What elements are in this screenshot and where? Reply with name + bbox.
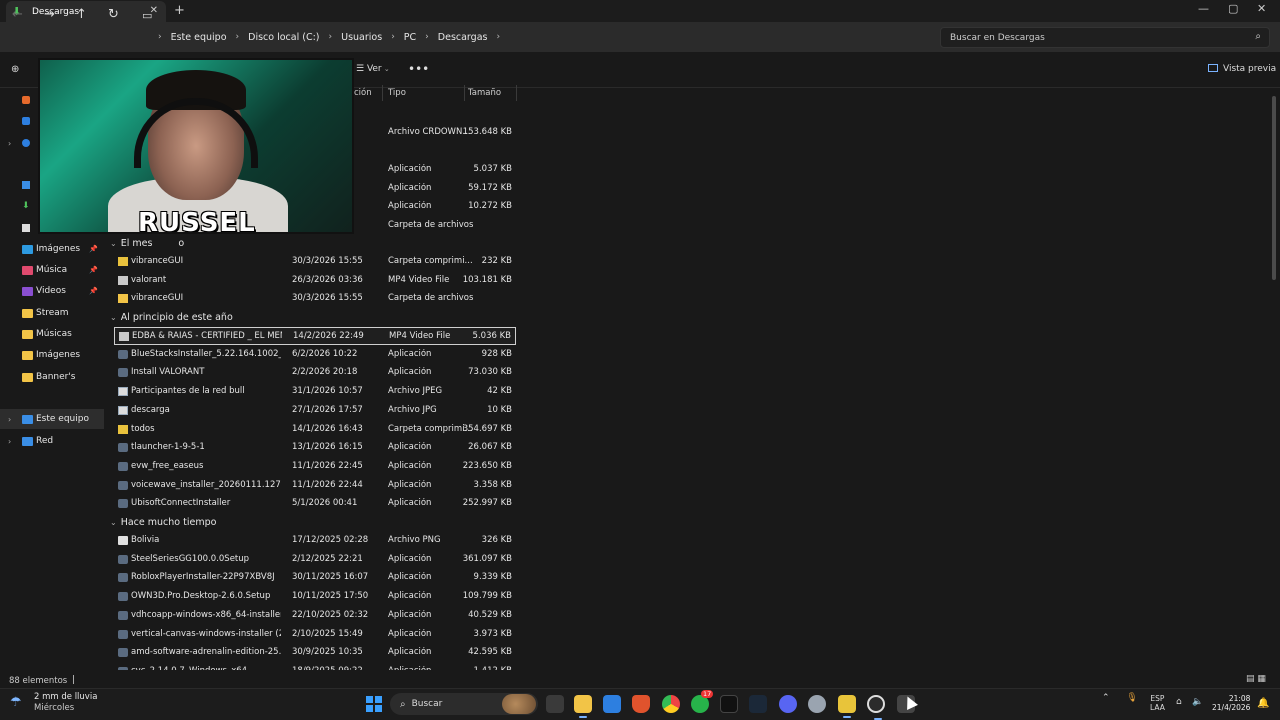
tray-chevron-up-icon[interactable]: ⌃ — [1102, 693, 1110, 703]
layout-toggle[interactable]: ▤ ▦ — [1246, 674, 1266, 684]
status-divider — [73, 675, 75, 684]
webcam-frame — [38, 58, 354, 234]
file-size: 109.799 KB — [462, 591, 512, 602]
taskbar-search[interactable]: ⌕ Buscar — [390, 693, 538, 715]
microsoft-store-icon[interactable] — [603, 695, 621, 713]
file-size: 40.529 KB — [468, 609, 512, 620]
steam-icon[interactable] — [749, 695, 767, 713]
file-date: 17/12/2025 02:28 — [292, 535, 369, 545]
app-file-icon — [118, 666, 128, 670]
file-row[interactable]: OWN3D.Pro.Desktop-2.6.0.Setup 10/11/2025 … — [114, 588, 516, 606]
task-view-icon[interactable] — [546, 695, 564, 713]
file-date: 2/10/2025 15:49 — [292, 628, 363, 639]
clock-time: 21:08 — [1228, 694, 1251, 703]
language-code: ESP — [1150, 694, 1165, 703]
file-date: 30/9/2025 10:35 — [292, 647, 363, 658]
file-name: Bolivia — [131, 535, 160, 545]
file-size: 326 KB — [481, 535, 512, 545]
discord-icon[interactable] — [779, 695, 797, 713]
bluestacks-icon[interactable] — [838, 695, 856, 718]
file-size: 42.595 KB — [468, 647, 512, 658]
language-indicator[interactable]: ESP LAA — [1150, 694, 1165, 712]
file-row[interactable]: SteelSeriesGG100.0.0Setup 2/12/2025 22:21… — [114, 551, 516, 569]
whatsapp-badge: 17 — [701, 690, 714, 698]
file-row[interactable]: vertical-canvas-windows-installer (2) 2/1… — [114, 626, 516, 644]
rain-icon: ☂ — [10, 695, 22, 710]
item-count: 88 elementos — [9, 676, 68, 686]
file-size: 9.339 KB — [473, 572, 512, 583]
file-date: 18/9/2025 09:22 — [292, 666, 382, 670]
file-name: OWN3D.Pro.Desktop-2.6.0.Setup — [131, 591, 271, 602]
file-row[interactable]: cvc_2.14.0.7_Windows_x6418/9/2025 09:22A… — [114, 663, 516, 670]
file-row[interactable]: RobloxPlayerInstaller-22P97XBV8J 30/11/20… — [114, 569, 516, 587]
taskbar-search-label: Buscar — [411, 699, 443, 709]
windows-start-icon[interactable] — [366, 696, 382, 712]
file-name: cvc_2.14.0.7_Windows_x64 — [131, 666, 281, 670]
app-file-icon — [118, 610, 128, 620]
volume-icon[interactable]: 🔈 — [1192, 697, 1203, 707]
search-highlight-image — [502, 694, 536, 714]
clock[interactable]: 21:08 21/4/2026 — [1212, 694, 1250, 712]
tiktok-icon[interactable] — [720, 695, 738, 713]
file-name: RobloxPlayerInstaller-22P97XBV8J — [131, 572, 275, 583]
file-row[interactable]: amd-software-adrenalin-edition-25.9.1-..… — [114, 644, 516, 662]
file-date: 22/10/2025 02:32 — [292, 609, 369, 620]
file-size: 1.412 KB — [452, 666, 512, 670]
system-tray[interactable]: ⌃ 🎙 — [1102, 693, 1138, 703]
file-date: 30/11/2025 16:07 — [292, 572, 369, 583]
file-name: SteelSeriesGG100.0.0Setup — [131, 553, 250, 564]
file-name: amd-software-adrenalin-edition-25.9.1-..… — [131, 647, 281, 658]
file-row[interactable]: vdhcoapp-windows-x86_64-installer 22/10/2… — [114, 607, 516, 625]
file-size: 361.097 KB — [462, 553, 512, 564]
file-date: 2/12/2025 22:21 — [292, 553, 363, 564]
app-file-icon — [118, 629, 128, 639]
weather-day: Miércoles — [34, 703, 75, 713]
keyboard-layout: LAA — [1150, 703, 1165, 712]
network-wifi-icon[interactable]: ⌂ — [1176, 697, 1182, 707]
vertical-scrollbar[interactable] — [1272, 96, 1276, 280]
tiles-view-icon[interactable]: ▦ — [1257, 674, 1266, 684]
obs-icon[interactable] — [867, 695, 885, 720]
file-file-icon — [118, 536, 128, 545]
file-explorer-icon[interactable] — [574, 695, 592, 718]
notification-bell-icon[interactable]: 🔔 — [1257, 698, 1269, 709]
chrome-icon[interactable] — [662, 695, 680, 713]
weather-text: 2 mm de lluvia — [34, 692, 98, 702]
app-file-icon — [118, 592, 128, 602]
whatsapp-icon[interactable]: 17 — [691, 690, 714, 713]
details-view-icon[interactable]: ▤ — [1246, 674, 1255, 684]
file-name: vdhcoapp-windows-x86_64-installer — [131, 609, 281, 620]
brave-icon[interactable] — [632, 695, 650, 713]
search-icon: ⌕ — [400, 698, 406, 710]
clock-date: 21/4/2026 — [1212, 703, 1251, 712]
microphone-icon[interactable]: 🎙 — [1126, 693, 1137, 703]
webcam-overlay: RUSSEL — [38, 58, 354, 234]
app-file-icon — [118, 554, 128, 564]
status-bar: 88 elementos — [9, 675, 75, 686]
file-name: vertical-canvas-windows-installer (2) — [131, 628, 281, 639]
app-file-icon — [118, 648, 128, 658]
settings-gear-icon[interactable] — [808, 695, 826, 713]
file-row[interactable]: Bolivia 17/12/2025 02:28 Archivo PNG 326 KB — [114, 532, 516, 550]
file-size: 3.973 KB — [473, 628, 512, 639]
app-file-icon — [118, 573, 128, 583]
file-date: 10/11/2025 17:50 — [292, 591, 369, 602]
